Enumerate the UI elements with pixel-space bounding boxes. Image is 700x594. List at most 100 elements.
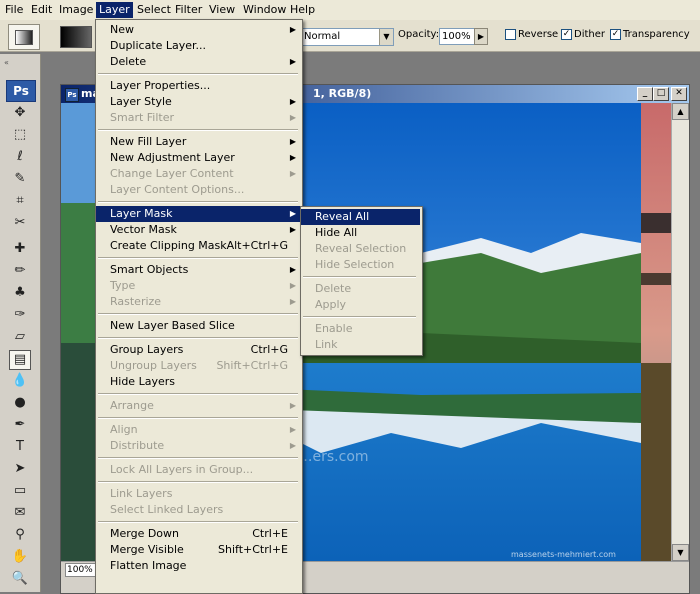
gradient-tool-icon[interactable]: ▤ — [9, 350, 31, 370]
layer-menu-item-layer-mask[interactable]: Layer Mask ▶ — [96, 206, 302, 222]
path-selection-tool-icon[interactable]: ➤ — [10, 460, 30, 478]
gradient-tool-icon — [15, 30, 33, 45]
opacity-input[interactable]: 100% — [439, 28, 475, 45]
layer-menu-item-merge-down[interactable]: Merge Down Ctrl+E — [96, 526, 302, 542]
layer-menu-item-layer-style[interactable]: Layer Style ▶ — [96, 94, 302, 110]
lasso-tool-icon[interactable]: ℓ — [10, 148, 30, 166]
document-title-suffix: 1, RGB/8) — [313, 87, 372, 100]
submenu-arrow-icon: ▶ — [289, 225, 296, 234]
menu-window[interactable]: Window — [240, 2, 289, 18]
crop-tool-icon[interactable]: ⌗ — [10, 192, 30, 210]
layer-menu-item-create-clipping-mask[interactable]: Create Clipping Mask Alt+Ctrl+G — [96, 238, 302, 254]
layer-menu-item-rasterize: Rasterize ▶ — [96, 294, 302, 310]
scroll-down-icon[interactable]: ▼ — [672, 544, 689, 561]
layer-menu-item-smart-objects[interactable]: Smart Objects ▶ — [96, 262, 302, 278]
menu-item-shortcut: Alt+Ctrl+G — [226, 239, 288, 252]
menu-filter[interactable]: Filter — [172, 2, 205, 18]
mode-select[interactable]: Normal ▼ — [300, 28, 394, 46]
submenu-arrow-icon: ▶ — [289, 281, 296, 290]
submenu-arrow-icon: ▶ — [289, 265, 296, 274]
layer-menu-item-new-adjustment-layer[interactable]: New Adjustment Layer ▶ — [96, 150, 302, 166]
chevron-down-icon[interactable]: ▼ — [379, 29, 393, 45]
quick-selection-tool-icon[interactable]: ✎ — [10, 170, 30, 188]
marquee-tool-icon[interactable]: ⬚ — [10, 126, 30, 144]
blur-tool-icon[interactable]: 💧 — [10, 372, 30, 390]
layer-menu-item-new-layer-based-slice[interactable]: New Layer Based Slice — [96, 318, 302, 334]
menu-item-label: Hide Selection — [315, 258, 395, 271]
photoshop-doc-icon: Ps — [65, 88, 79, 102]
layer-menu-item-vector-mask[interactable]: Vector Mask ▶ — [96, 222, 302, 238]
layer-menu-item-group-layers[interactable]: Group Layers Ctrl+G — [96, 342, 302, 358]
menu-item-label: Link — [315, 338, 338, 351]
menu-edit[interactable]: Edit — [28, 2, 55, 18]
layer-menu-item-merge-visible[interactable]: Merge Visible Shift+Ctrl+E — [96, 542, 302, 558]
menu-separator — [98, 257, 298, 259]
submenu-arrow-icon: ▶ — [289, 209, 296, 218]
collapse-icon[interactable]: « — [4, 58, 9, 67]
menu-help[interactable]: Help — [287, 2, 318, 18]
menu-item-label: Rasterize — [110, 295, 162, 308]
dither-label: Dither — [574, 29, 606, 40]
menu-separator — [98, 457, 298, 459]
menu-layer[interactable]: Layer — [96, 2, 133, 18]
shape-tool-icon[interactable]: ▭ — [10, 482, 30, 500]
dodge-tool-icon[interactable]: ● — [10, 394, 30, 412]
clone-stamp-tool-icon[interactable]: ♣ — [10, 284, 30, 302]
transparency-checkbox[interactable]: ✓ — [610, 29, 621, 40]
menu-item-label: Merge Down — [110, 527, 180, 540]
menu-image[interactable]: Image — [56, 2, 96, 18]
menu-item-label: Reveal Selection — [315, 242, 407, 255]
menu-item-label: Flatten Image — [110, 559, 187, 572]
layer-mask-item-hide-all[interactable]: Hide All — [301, 225, 420, 241]
menu-select[interactable]: Select — [134, 2, 174, 18]
layer-menu-item-hide-layers[interactable]: Hide Layers — [96, 374, 302, 390]
layer-menu-item-delete[interactable]: Delete ▶ — [96, 54, 302, 70]
photoshop-logo: Ps — [6, 80, 36, 102]
layer-menu-item-flatten-image[interactable]: Flatten Image — [96, 558, 302, 574]
reverse-label: Reverse — [518, 29, 559, 40]
layer-menu-item-duplicate-layer[interactable]: Duplicate Layer... — [96, 38, 302, 54]
scroll-up-icon[interactable]: ▲ — [672, 103, 689, 120]
hand-tool-icon[interactable]: ✋ — [10, 548, 30, 566]
menu-file[interactable]: File — [2, 2, 26, 18]
dither-checkbox[interactable]: ✓ — [561, 29, 572, 40]
menu-item-label: Merge Visible — [110, 543, 184, 556]
menu-item-label: Layer Content Options... — [110, 183, 245, 196]
pen-tool-icon[interactable]: ✒ — [10, 416, 30, 434]
move-tool-icon[interactable]: ✥ — [10, 104, 30, 122]
brush-tool-icon[interactable]: ✏ — [10, 262, 30, 280]
healing-brush-tool-icon[interactable]: ✚ — [10, 240, 30, 258]
history-brush-tool-icon[interactable]: ✑ — [10, 306, 30, 324]
toolbox: « Ps ✥ ⬚ ℓ ✎ ⌗ ✂ ✚ ✏ ♣ ✑ ▱ ▤ 💧 ● ✒ T ➤ ▭… — [0, 54, 41, 592]
layer-mask-item-apply: Apply — [301, 297, 420, 313]
eraser-tool-icon[interactable]: ▱ — [10, 328, 30, 346]
menu-item-label: Delete — [315, 282, 352, 295]
layer-mask-item-reveal-all[interactable]: Reveal All — [301, 209, 420, 225]
close-icon[interactable]: ✕ — [671, 87, 687, 101]
layer-menu-item-lock-all-layers-in-group: Lock All Layers in Group... — [96, 462, 302, 478]
type-tool-icon[interactable]: T — [10, 438, 30, 456]
eyedropper-tool-icon[interactable]: ⚲ — [10, 526, 30, 544]
opacity-label: Opacity: — [398, 29, 440, 40]
maximize-icon[interactable]: □ — [653, 87, 669, 101]
notes-tool-icon[interactable]: ✉ — [10, 504, 30, 522]
zoom-level[interactable]: 100% — [65, 563, 96, 577]
layer-menu-item-layer-properties[interactable]: Layer Properties... — [96, 78, 302, 94]
menu-item-shortcut: Ctrl+E — [252, 527, 288, 540]
layer-menu-item-new[interactable]: New ▶ — [96, 22, 302, 38]
tool-preset-picker[interactable] — [8, 24, 40, 50]
slice-tool-icon[interactable]: ✂ — [10, 214, 30, 232]
menu-view[interactable]: View — [206, 2, 238, 18]
gradient-swatch[interactable] — [60, 26, 92, 48]
menu-item-label: Layer Style — [110, 95, 172, 108]
zoom-tool-icon[interactable]: 🔍 — [10, 570, 30, 588]
layer-menu-item-new-fill-layer[interactable]: New Fill Layer ▶ — [96, 134, 302, 150]
layer-menu-item-distribute: Distribute ▶ — [96, 438, 302, 454]
menu-item-label: Type — [110, 279, 136, 292]
minimize-icon[interactable]: _ — [637, 87, 653, 101]
submenu-arrow-icon: ▶ — [289, 57, 296, 66]
opacity-slider-button[interactable]: ▶ — [474, 28, 488, 45]
vertical-scrollbar[interactable]: ▲ ▼ — [671, 103, 689, 561]
reverse-checkbox[interactable] — [505, 29, 516, 40]
menu-item-label: Layer Properties... — [110, 79, 211, 92]
